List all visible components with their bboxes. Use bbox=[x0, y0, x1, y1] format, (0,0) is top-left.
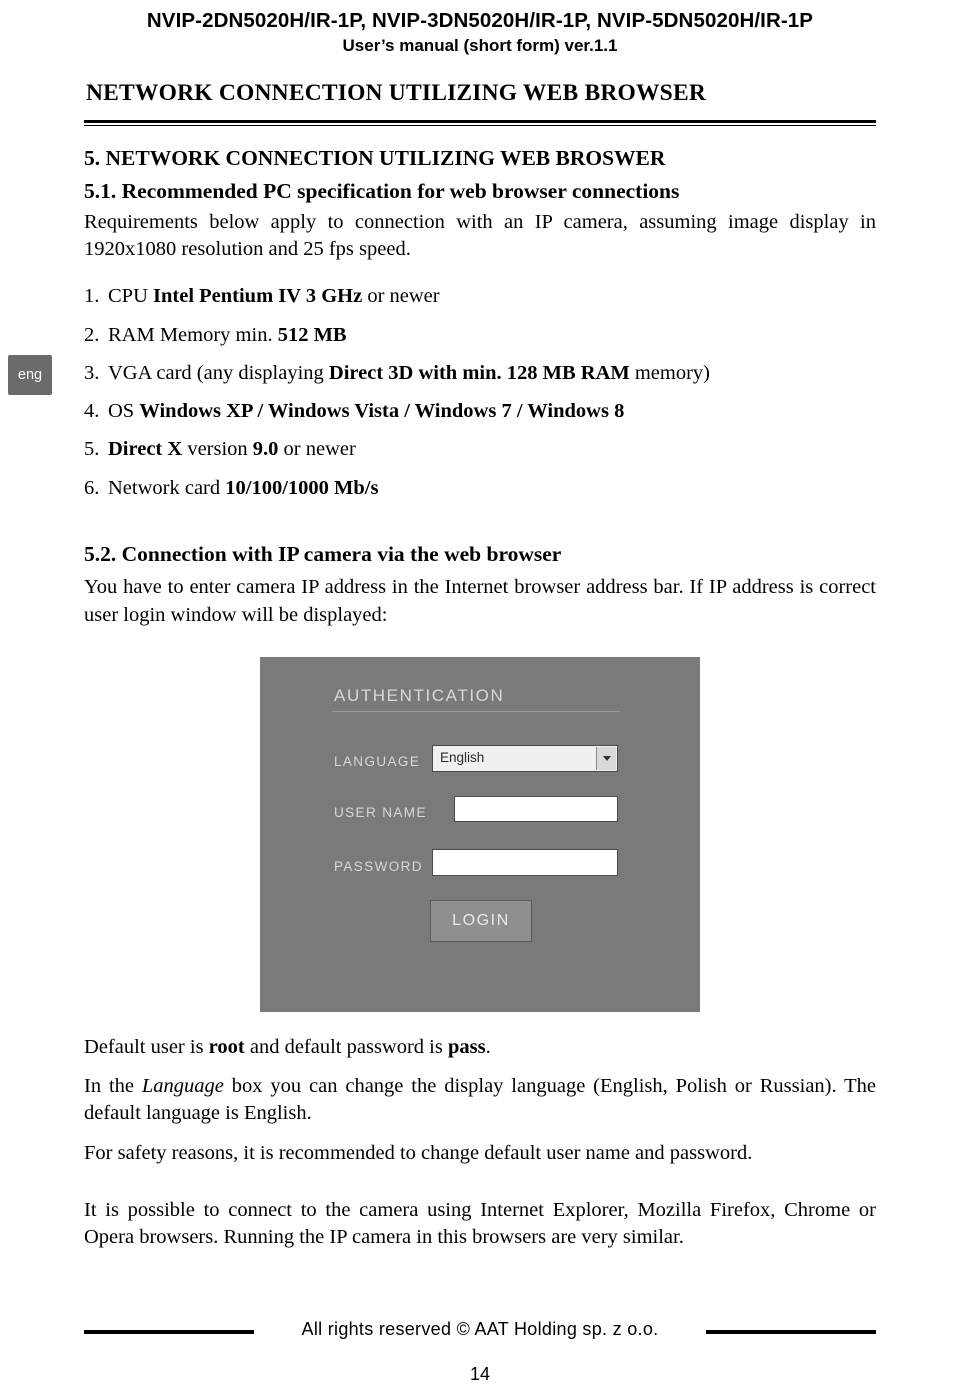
list-item-bold: 512 MB bbox=[277, 323, 347, 346]
document-header: NVIP-2DN5020H/IR-1P, NVIP-3DN5020H/IR-1P… bbox=[0, 0, 960, 58]
page-footer: All rights reserved © AAT Holding sp. z … bbox=[0, 1319, 960, 1343]
language-select[interactable]: English bbox=[432, 744, 618, 772]
subsection-5-1-text: Requirements below apply to connection w… bbox=[84, 210, 876, 260]
language-note-pre: In the bbox=[84, 1075, 142, 1098]
list-item-post: or newer bbox=[362, 285, 440, 308]
login-button-label: LOGIN bbox=[452, 912, 510, 930]
language-tab-eng: eng bbox=[8, 355, 52, 395]
default-credentials-note: Default user is root and default passwor… bbox=[84, 1034, 876, 1061]
default-user-pre: Default user is bbox=[84, 1035, 209, 1058]
list-item-bold: Direct X bbox=[108, 438, 183, 461]
language-select-value: English bbox=[440, 750, 485, 766]
list-item-pre: CPU bbox=[108, 285, 154, 308]
list-item-number: 3. bbox=[84, 361, 100, 384]
list-item-post: version bbox=[182, 438, 253, 461]
list-item: 3. VGA card (any displaying Direct 3D wit… bbox=[84, 360, 876, 387]
default-password-value: pass bbox=[447, 1035, 486, 1058]
footer-rule-right bbox=[706, 1330, 876, 1334]
list-item-number: 4. bbox=[84, 400, 100, 422]
language-tab-label: eng bbox=[17, 367, 43, 383]
list-item: 5. Direct X version 9.0 or newer bbox=[84, 436, 876, 463]
document-body: 5. NETWORK CONNECTION UTILIZING WEB BROS… bbox=[84, 144, 876, 1252]
subsection-5-1-number: 5.1. bbox=[84, 179, 117, 204]
subsection-5-1-heading: 5.1. Recommended PC specification for we… bbox=[84, 177, 876, 206]
list-item-number: 5. bbox=[84, 438, 100, 461]
language-label: LANGUAGE bbox=[334, 753, 421, 769]
header-manual-line: User’s manual (short form) ver.1.1 bbox=[342, 35, 618, 55]
language-note: In the Language box you can change the d… bbox=[84, 1073, 876, 1128]
list-item-pre: RAM Memory min. bbox=[108, 323, 278, 346]
page-title: NETWORK CONNECTION UTILIZING WEB BROWSER bbox=[86, 79, 706, 106]
list-item: 2. RAM Memory min. 512 MB bbox=[84, 322, 876, 349]
divider-thick bbox=[84, 119, 876, 123]
authentication-dialog: AUTHENTICATION LANGUAGE English USER NAM… bbox=[260, 656, 700, 1012]
list-item-number: 6. bbox=[84, 476, 100, 499]
list-item-bold: Intel Pentium IV 3 GHz bbox=[153, 285, 363, 308]
list-item-pre: OS bbox=[108, 400, 140, 422]
default-user-value: root bbox=[208, 1035, 245, 1058]
list-item-bold-2: 9.0 bbox=[252, 438, 279, 461]
divider-thin bbox=[84, 124, 876, 126]
list-item-pre: Network card bbox=[108, 476, 226, 499]
title-divider bbox=[84, 119, 876, 126]
auth-title-divider bbox=[332, 710, 620, 712]
list-item-number: 1. bbox=[84, 285, 100, 308]
auth-dialog-title: AUTHENTICATION bbox=[334, 685, 505, 705]
subsection-5-2-heading: 5.2. Connection with IP camera via the w… bbox=[84, 541, 562, 566]
chapter-heading: 5. NETWORK CONNECTION UTILIZING WEB BROS… bbox=[84, 145, 666, 170]
default-user-mid: and default password is bbox=[244, 1035, 448, 1058]
password-input[interactable] bbox=[432, 848, 618, 876]
list-item: 4. OS Windows XP / Windows Vista / Window… bbox=[84, 398, 876, 425]
list-item-pre: VGA card (any displaying bbox=[108, 361, 329, 384]
list-item-number: 2. bbox=[84, 323, 100, 346]
list-item: 6. Network card 10/100/1000 Mb/s bbox=[84, 475, 876, 502]
requirements-list: 1. CPU Intel Pentium IV 3 GHz or newer 2.… bbox=[84, 283, 876, 502]
subsection-5-2-text: You have to enter camera IP address in t… bbox=[84, 576, 876, 626]
language-note-italic: Language bbox=[141, 1075, 224, 1098]
list-item-bold: Windows XP / Windows Vista / Windows 7 /… bbox=[139, 400, 625, 422]
username-label: USER NAME bbox=[334, 804, 427, 820]
username-input[interactable] bbox=[454, 795, 618, 822]
login-button[interactable]: LOGIN bbox=[430, 899, 532, 942]
header-model-line: NVIP-2DN5020H/IR-1P, NVIP-3DN5020H/IR-1P… bbox=[146, 9, 814, 32]
list-item: 1. CPU Intel Pentium IV 3 GHz or newer bbox=[84, 283, 876, 310]
list-item-post: memory) bbox=[629, 361, 711, 384]
list-item-bold: 10/100/1000 Mb/s bbox=[225, 476, 379, 499]
default-user-post: . bbox=[485, 1035, 491, 1058]
list-item-post-2: or newer bbox=[278, 438, 356, 461]
list-item-bold: Direct 3D with min. 128 MB RAM bbox=[328, 361, 630, 384]
password-label: PASSWORD bbox=[334, 858, 423, 874]
page-number: 14 bbox=[469, 1364, 491, 1384]
chevron-down-icon[interactable] bbox=[596, 746, 616, 770]
notes-block: Default user is root and default passwor… bbox=[84, 1034, 876, 1252]
safety-note: For safety reasons, it is recommended to… bbox=[84, 1141, 753, 1164]
subsection-5-1-title: Recommended PC specification for web bro… bbox=[121, 179, 680, 204]
browsers-note: It is possible to connect to the camera … bbox=[84, 1198, 876, 1249]
